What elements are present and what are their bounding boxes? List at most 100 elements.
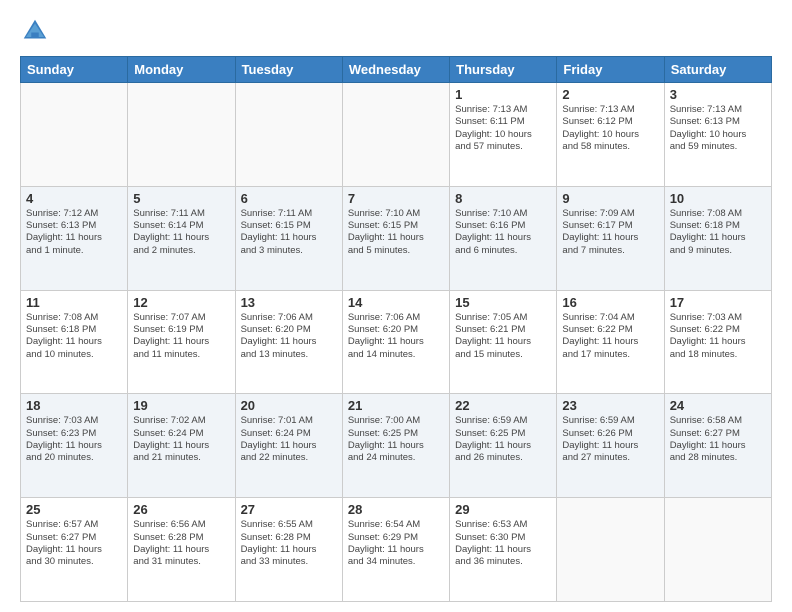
calendar-cell: 14 Sunrise: 7:06 AM Sunset: 6:20 PM Dayli… [342, 290, 449, 394]
calendar-cell: 24 Sunrise: 6:58 AM Sunset: 6:27 PM Dayli… [664, 394, 771, 498]
page: SundayMondayTuesdayWednesdayThursdayFrid… [0, 0, 792, 612]
calendar-cell [128, 83, 235, 187]
day-number: 23 [562, 398, 658, 413]
day-info: Sunrise: 7:11 AM Sunset: 6:14 PM Dayligh… [133, 208, 229, 257]
day-number: 6 [241, 191, 337, 206]
calendar-cell: 21 Sunrise: 7:00 AM Sunset: 6:25 PM Dayli… [342, 394, 449, 498]
calendar-week-row: 1 Sunrise: 7:13 AM Sunset: 6:11 PM Daylig… [21, 83, 772, 187]
calendar-cell: 16 Sunrise: 7:04 AM Sunset: 6:22 PM Dayli… [557, 290, 664, 394]
day-info: Sunrise: 7:06 AM Sunset: 6:20 PM Dayligh… [241, 312, 337, 361]
day-header-thursday: Thursday [450, 57, 557, 83]
day-info: Sunrise: 7:10 AM Sunset: 6:15 PM Dayligh… [348, 208, 444, 257]
day-header-monday: Monday [128, 57, 235, 83]
calendar-cell: 4 Sunrise: 7:12 AM Sunset: 6:13 PM Daylig… [21, 186, 128, 290]
day-info: Sunrise: 6:59 AM Sunset: 6:26 PM Dayligh… [562, 415, 658, 464]
day-number: 8 [455, 191, 551, 206]
day-info: Sunrise: 7:13 AM Sunset: 6:12 PM Dayligh… [562, 104, 658, 153]
day-number: 4 [26, 191, 122, 206]
day-number: 26 [133, 502, 229, 517]
calendar-week-row: 25 Sunrise: 6:57 AM Sunset: 6:27 PM Dayli… [21, 498, 772, 602]
calendar-cell: 12 Sunrise: 7:07 AM Sunset: 6:19 PM Dayli… [128, 290, 235, 394]
day-info: Sunrise: 6:59 AM Sunset: 6:25 PM Dayligh… [455, 415, 551, 464]
day-number: 25 [26, 502, 122, 517]
calendar-week-row: 18Sunrise: 7:03 AM Sunset: 6:23 PM Dayli… [21, 394, 772, 498]
day-info: Sunrise: 7:05 AM Sunset: 6:21 PM Dayligh… [455, 312, 551, 361]
day-number: 11 [26, 295, 122, 310]
calendar-cell: 18Sunrise: 7:03 AM Sunset: 6:23 PM Dayli… [21, 394, 128, 498]
day-info: Sunrise: 7:06 AM Sunset: 6:20 PM Dayligh… [348, 312, 444, 361]
day-number: 12 [133, 295, 229, 310]
day-header-saturday: Saturday [664, 57, 771, 83]
calendar-cell: 29Sunrise: 6:53 AM Sunset: 6:30 PM Dayli… [450, 498, 557, 602]
day-number: 19 [133, 398, 229, 413]
day-number: 9 [562, 191, 658, 206]
calendar-cell: 9 Sunrise: 7:09 AM Sunset: 6:17 PM Daylig… [557, 186, 664, 290]
day-number: 21 [348, 398, 444, 413]
day-info: Sunrise: 7:01 AM Sunset: 6:24 PM Dayligh… [241, 415, 337, 464]
day-number: 24 [670, 398, 766, 413]
calendar-cell: 26 Sunrise: 6:56 AM Sunset: 6:28 PM Dayli… [128, 498, 235, 602]
day-header-friday: Friday [557, 57, 664, 83]
logo [20, 16, 54, 46]
day-info: Sunrise: 7:08 AM Sunset: 6:18 PM Dayligh… [670, 208, 766, 257]
day-header-wednesday: Wednesday [342, 57, 449, 83]
day-number: 18 [26, 398, 122, 413]
day-info: Sunrise: 7:04 AM Sunset: 6:22 PM Dayligh… [562, 312, 658, 361]
calendar-cell [557, 498, 664, 602]
calendar-cell: 22Sunrise: 6:59 AM Sunset: 6:25 PM Dayli… [450, 394, 557, 498]
calendar-cell: 25 Sunrise: 6:57 AM Sunset: 6:27 PM Dayli… [21, 498, 128, 602]
day-number: 1 [455, 87, 551, 102]
calendar-week-row: 11 Sunrise: 7:08 AM Sunset: 6:18 PM Dayli… [21, 290, 772, 394]
header [20, 16, 772, 46]
calendar-cell: 3 Sunrise: 7:13 AM Sunset: 6:13 PM Daylig… [664, 83, 771, 187]
day-info: Sunrise: 7:07 AM Sunset: 6:19 PM Dayligh… [133, 312, 229, 361]
day-info: Sunrise: 7:13 AM Sunset: 6:13 PM Dayligh… [670, 104, 766, 153]
day-number: 29 [455, 502, 551, 517]
day-info: Sunrise: 7:00 AM Sunset: 6:25 PM Dayligh… [348, 415, 444, 464]
day-number: 5 [133, 191, 229, 206]
day-header-tuesday: Tuesday [235, 57, 342, 83]
day-info: Sunrise: 6:57 AM Sunset: 6:27 PM Dayligh… [26, 519, 122, 568]
calendar-cell [235, 83, 342, 187]
calendar-cell [664, 498, 771, 602]
calendar-cell: 17Sunrise: 7:03 AM Sunset: 6:22 PM Dayli… [664, 290, 771, 394]
calendar-cell: 28Sunrise: 6:54 AM Sunset: 6:29 PM Dayli… [342, 498, 449, 602]
day-info: Sunrise: 6:56 AM Sunset: 6:28 PM Dayligh… [133, 519, 229, 568]
calendar-cell: 5 Sunrise: 7:11 AM Sunset: 6:14 PM Daylig… [128, 186, 235, 290]
day-info: Sunrise: 7:08 AM Sunset: 6:18 PM Dayligh… [26, 312, 122, 361]
day-info: Sunrise: 6:55 AM Sunset: 6:28 PM Dayligh… [241, 519, 337, 568]
calendar-cell: 11 Sunrise: 7:08 AM Sunset: 6:18 PM Dayli… [21, 290, 128, 394]
calendar-cell: 1 Sunrise: 7:13 AM Sunset: 6:11 PM Daylig… [450, 83, 557, 187]
calendar-cell [21, 83, 128, 187]
calendar-cell [342, 83, 449, 187]
day-number: 14 [348, 295, 444, 310]
day-info: Sunrise: 7:13 AM Sunset: 6:11 PM Dayligh… [455, 104, 551, 153]
calendar-table: SundayMondayTuesdayWednesdayThursdayFrid… [20, 56, 772, 602]
calendar-cell: 7 Sunrise: 7:10 AM Sunset: 6:15 PM Daylig… [342, 186, 449, 290]
day-header-sunday: Sunday [21, 57, 128, 83]
calendar-cell: 8 Sunrise: 7:10 AM Sunset: 6:16 PM Daylig… [450, 186, 557, 290]
day-number: 3 [670, 87, 766, 102]
day-number: 28 [348, 502, 444, 517]
day-number: 15 [455, 295, 551, 310]
calendar-cell: 19 Sunrise: 7:02 AM Sunset: 6:24 PM Dayli… [128, 394, 235, 498]
calendar-cell: 2 Sunrise: 7:13 AM Sunset: 6:12 PM Daylig… [557, 83, 664, 187]
calendar-cell: 13Sunrise: 7:06 AM Sunset: 6:20 PM Dayli… [235, 290, 342, 394]
day-number: 20 [241, 398, 337, 413]
day-info: Sunrise: 6:58 AM Sunset: 6:27 PM Dayligh… [670, 415, 766, 464]
day-info: Sunrise: 7:02 AM Sunset: 6:24 PM Dayligh… [133, 415, 229, 464]
calendar-header-row: SundayMondayTuesdayWednesdayThursdayFrid… [21, 57, 772, 83]
day-number: 10 [670, 191, 766, 206]
day-number: 7 [348, 191, 444, 206]
day-info: Sunrise: 7:11 AM Sunset: 6:15 PM Dayligh… [241, 208, 337, 257]
calendar-cell: 27 Sunrise: 6:55 AM Sunset: 6:28 PM Dayli… [235, 498, 342, 602]
calendar-cell: 15 Sunrise: 7:05 AM Sunset: 6:21 PM Dayli… [450, 290, 557, 394]
day-info: Sunrise: 7:09 AM Sunset: 6:17 PM Dayligh… [562, 208, 658, 257]
logo-icon [20, 16, 50, 46]
day-number: 27 [241, 502, 337, 517]
day-number: 2 [562, 87, 658, 102]
calendar-cell: 23 Sunrise: 6:59 AM Sunset: 6:26 PM Dayli… [557, 394, 664, 498]
day-number: 16 [562, 295, 658, 310]
day-info: Sunrise: 7:10 AM Sunset: 6:16 PM Dayligh… [455, 208, 551, 257]
day-info: Sunrise: 7:12 AM Sunset: 6:13 PM Dayligh… [26, 208, 122, 257]
